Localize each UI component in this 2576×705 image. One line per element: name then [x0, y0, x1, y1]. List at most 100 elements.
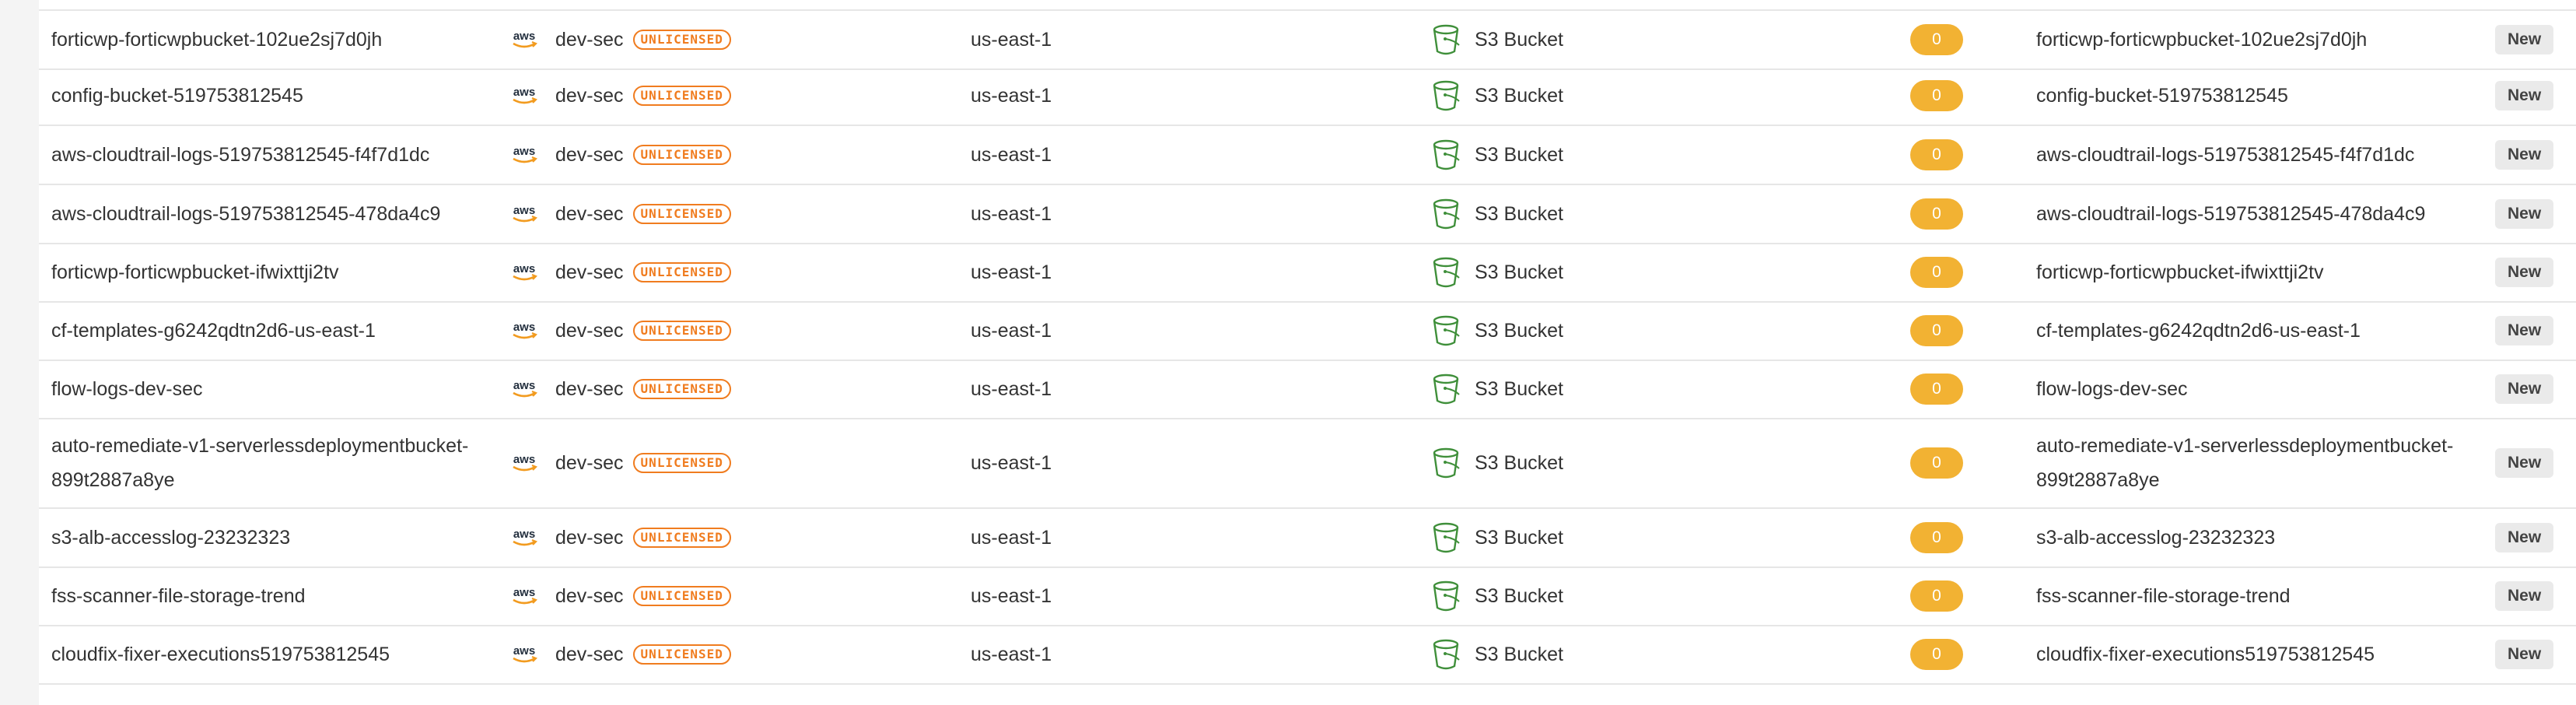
resource-name: config-bucket-519753812545: [51, 85, 303, 107]
resource-id: flow-logs-dev-sec: [2036, 378, 2188, 400]
resource-type-label: S3 Bucket: [1475, 143, 1563, 166]
account-name: dev-sec: [555, 584, 624, 607]
resource-type-cell: S3 Bucket: [1431, 314, 1563, 347]
aws-logo-icon: aws: [509, 643, 540, 666]
resource-id-cell: cf-templates-g6242qdtn2d6-us-east-1: [2036, 314, 2518, 348]
table-row[interactable]: forticwp-forticwpbucket-ifwixttji2tv aws…: [39, 244, 2576, 303]
resource-type-cell: S3 Bucket: [1431, 79, 1563, 112]
resource-id-cell: forticwp-forticwpbucket-ifwixttji2tv: [2036, 255, 2518, 289]
findings-count-pill[interactable]: 0: [1910, 139, 1963, 170]
account-cell: aws dev-sec UNLICENSED: [509, 143, 731, 167]
resource-type-label: S3 Bucket: [1475, 319, 1563, 342]
resource-name-cell: cloudfix-fixer-executions519753812545: [51, 637, 518, 672]
region-label: us-east-1: [971, 643, 1052, 665]
svg-text:aws: aws: [513, 262, 535, 275]
svg-text:aws: aws: [513, 86, 535, 99]
aws-logo-icon: aws: [509, 84, 540, 107]
findings-count-pill[interactable]: 0: [1910, 257, 1963, 288]
findings-count-pill[interactable]: 0: [1910, 315, 1963, 346]
count-cell: 0: [1910, 447, 1963, 479]
resource-name-cell: forticwp-forticwpbucket-102ue2sj7d0jh: [51, 23, 518, 57]
aws-logo-icon: aws: [509, 28, 540, 51]
resource-type-cell: S3 Bucket: [1431, 521, 1563, 554]
findings-count-pill[interactable]: 0: [1910, 374, 1963, 405]
resource-type-cell: S3 Bucket: [1431, 23, 1563, 56]
count-cell: 0: [1910, 257, 1963, 288]
resource-id-cell: config-bucket-519753812545: [2036, 79, 2518, 113]
table-row[interactable]: flow-logs-dev-sec aws dev-sec UNLICENSED…: [39, 360, 2576, 419]
account-cell: aws dev-sec UNLICENSED: [509, 377, 731, 401]
svg-text:aws: aws: [513, 145, 535, 158]
status-badge: New: [2495, 374, 2554, 404]
table-row[interactable]: cf-templates-g6242qdtn2d6-us-east-1 aws …: [39, 302, 2576, 361]
count-cell: 0: [1910, 315, 1963, 346]
count-cell: 0: [1910, 198, 1963, 230]
resource-id-cell: aws-cloudtrail-logs-519753812545-f4f7d1d…: [2036, 138, 2518, 172]
status-badge: New: [2495, 523, 2554, 552]
region-cell: us-east-1: [971, 203, 1052, 226]
svg-text:aws: aws: [513, 204, 535, 217]
findings-count-pill[interactable]: 0: [1910, 522, 1963, 553]
region-label: us-east-1: [971, 143, 1052, 166]
status-badge: New: [2495, 25, 2554, 54]
resource-name-cell: fss-scanner-file-storage-trend: [51, 579, 518, 613]
resource-name-cell: forticwp-forticwpbucket-ifwixttji2tv: [51, 255, 518, 289]
count-cell: 0: [1910, 374, 1963, 405]
status-cell: New: [2495, 258, 2554, 287]
resource-name: aws-cloudtrail-logs-519753812545-478da4c…: [51, 203, 441, 225]
resource-type-cell: S3 Bucket: [1431, 256, 1563, 289]
table-row[interactable]: fss-scanner-file-storage-trend aws dev-s…: [39, 567, 2576, 626]
account-name: dev-sec: [555, 451, 624, 474]
resource-name-cell: auto-remediate-v1-serverlessdeploymentbu…: [51, 429, 518, 497]
resource-name: flow-logs-dev-sec: [51, 378, 203, 400]
status-cell: New: [2495, 523, 2554, 552]
resource-type-cell: S3 Bucket: [1431, 139, 1563, 171]
account-cell: aws dev-sec UNLICENSED: [509, 643, 731, 666]
findings-count-pill[interactable]: 0: [1910, 639, 1963, 670]
count-cell: 0: [1910, 639, 1963, 670]
region-cell: us-east-1: [971, 585, 1052, 608]
table-row[interactable]: config-bucket-519753812545 aws dev-sec U…: [39, 67, 2576, 126]
findings-count-pill[interactable]: 0: [1910, 24, 1963, 55]
license-badge: UNLICENSED: [632, 30, 731, 50]
table-row[interactable]: s3-alb-accesslog-23232323 aws dev-sec UN…: [39, 509, 2576, 568]
resource-id-cell: cloudfix-fixer-executions519753812545: [2036, 637, 2518, 672]
license-badge: UNLICENSED: [632, 453, 731, 473]
region-label: us-east-1: [971, 451, 1052, 474]
region-cell: us-east-1: [971, 378, 1052, 401]
aws-logo-icon: aws: [509, 319, 540, 342]
count-cell: 0: [1910, 80, 1963, 111]
resource-id-cell: fss-scanner-file-storage-trend: [2036, 579, 2518, 613]
status-cell: New: [2495, 581, 2554, 611]
account-cell: aws dev-sec UNLICENSED: [509, 584, 731, 608]
status-cell: New: [2495, 374, 2554, 404]
account-cell: aws dev-sec UNLICENSED: [509, 526, 731, 549]
status-badge: New: [2495, 581, 2554, 611]
license-badge: UNLICENSED: [632, 204, 731, 224]
table-row[interactable]: forticwp-forticwpbucket-102ue2sj7d0jh aw…: [39, 9, 2576, 70]
license-badge: UNLICENSED: [632, 262, 731, 282]
license-badge: UNLICENSED: [632, 321, 731, 341]
resource-type-label: S3 Bucket: [1475, 261, 1563, 283]
region-cell: us-east-1: [971, 261, 1052, 284]
account-cell: aws dev-sec UNLICENSED: [509, 84, 731, 107]
table-row[interactable]: auto-remediate-v1-serverlessdeploymentbu…: [39, 419, 2576, 509]
region-cell: us-east-1: [971, 144, 1052, 167]
aws-logo-icon: aws: [509, 202, 540, 226]
table-row[interactable]: cloudfix-fixer-executions519753812545 aw…: [39, 626, 2576, 685]
region-cell: us-east-1: [971, 29, 1052, 51]
license-badge: UNLICENSED: [632, 379, 731, 399]
status-cell: New: [2495, 316, 2554, 345]
resource-type-cell: S3 Bucket: [1431, 638, 1563, 671]
findings-count-pill[interactable]: 0: [1910, 580, 1963, 612]
findings-count-pill[interactable]: 0: [1910, 80, 1963, 111]
region-cell: us-east-1: [971, 527, 1052, 549]
findings-count-pill[interactable]: 0: [1910, 198, 1963, 230]
resource-id-cell: aws-cloudtrail-logs-519753812545-478da4c…: [2036, 197, 2518, 231]
table-row[interactable]: aws-cloudtrail-logs-519753812545-f4f7d1d…: [39, 126, 2576, 185]
table-row[interactable]: aws-cloudtrail-logs-519753812545-478da4c…: [39, 185, 2576, 244]
findings-count-pill[interactable]: 0: [1910, 447, 1963, 479]
account-name: dev-sec: [555, 526, 624, 549]
license-badge: UNLICENSED: [632, 528, 731, 548]
status-badge: New: [2495, 640, 2554, 669]
